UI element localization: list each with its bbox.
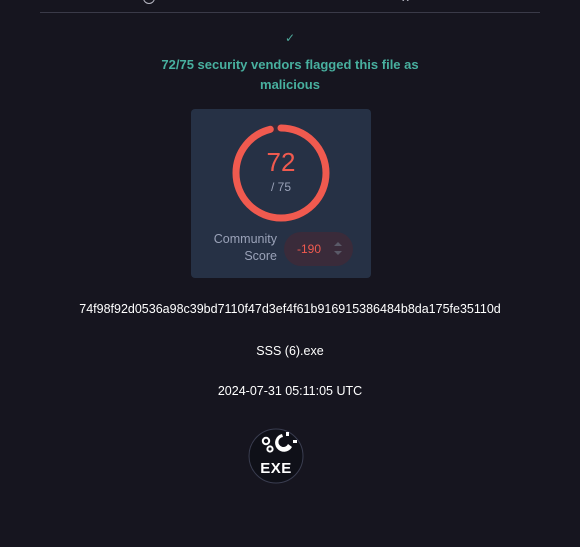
file-report-panel: ⛬ ✓ 72/75 security vendors flagged this … bbox=[0, 0, 580, 547]
info-circle-icon[interactable] bbox=[143, 0, 155, 4]
detection-count: 72 bbox=[266, 147, 296, 177]
detection-score-card: 72 / 75 Community Score -190 bbox=[191, 109, 371, 278]
exe-label: EXE bbox=[260, 460, 292, 477]
community-score-label: Community Score bbox=[213, 232, 277, 263]
file-hash[interactable]: 74f98f92d0536a98c39bd7110f47d3ef4f61b916… bbox=[0, 302, 580, 316]
chevron-up-icon[interactable] bbox=[334, 242, 342, 246]
community-score-stepper[interactable]: -190 bbox=[284, 232, 353, 266]
network-graph-icon[interactable]: ⛬ bbox=[402, 0, 414, 4]
tab-bar-divider: ⛬ bbox=[40, 0, 540, 13]
chevron-down-icon[interactable] bbox=[334, 251, 342, 255]
detection-verdict: 72/75 security vendors flagged this file… bbox=[161, 57, 419, 92]
file-name: SSS (6).exe bbox=[256, 344, 324, 358]
detection-total: / 75 bbox=[270, 180, 291, 194]
check-icon: ✓ bbox=[284, 31, 296, 45]
file-timestamp: 2024-07-31 05:11:05 UTC bbox=[217, 384, 363, 398]
exe-file-type-icon: EXE bbox=[248, 428, 304, 484]
community-score-value: -190 bbox=[297, 242, 322, 256]
